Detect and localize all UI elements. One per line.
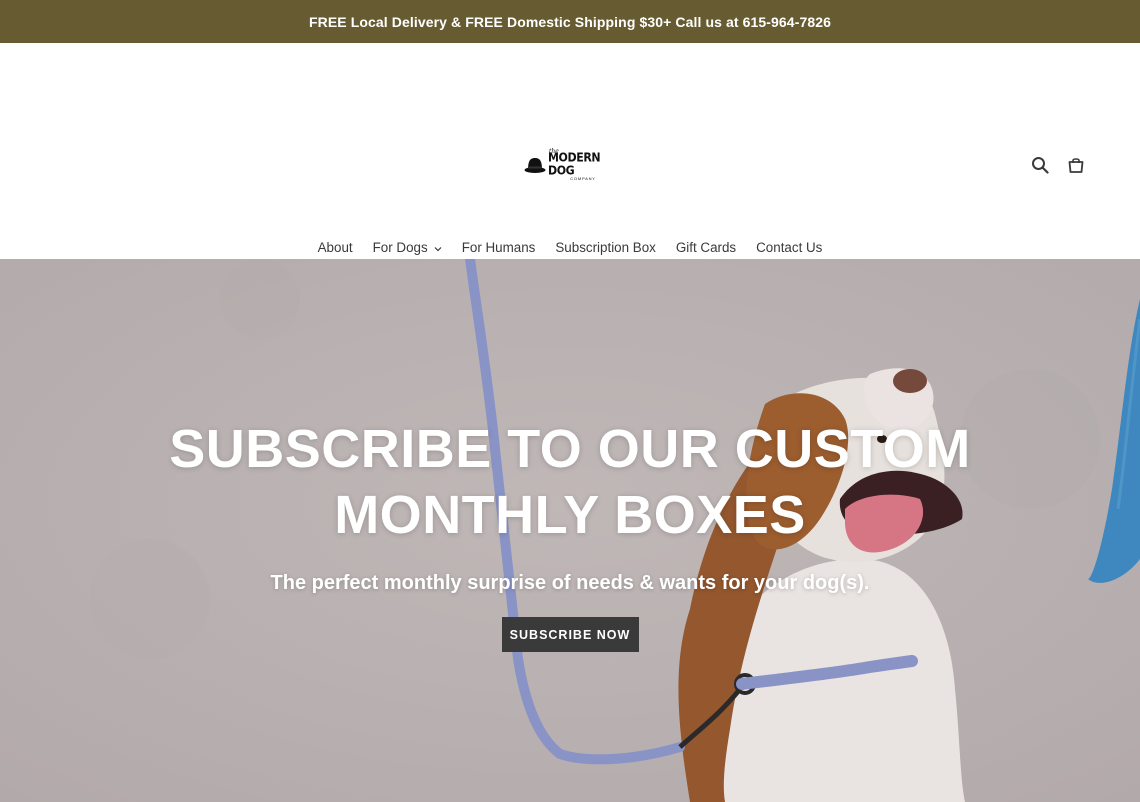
nav-item-label: Contact Us [756,240,823,255]
site-header: the MODERN DOG COMPANY About For Dogs Fo… [0,43,1140,259]
hero-title-line-1: SUBSCRIBE TO OUR CUSTOM [169,419,971,479]
subscribe-now-button[interactable]: SUBSCRIBE NOW [501,617,639,652]
logo-wordmark: the MODERN DOG COMPANY [548,149,618,181]
nav-item-gift-cards[interactable]: Gift Cards [676,240,736,255]
nav-item-label: About [317,240,353,255]
logo-company: COMPANY [570,176,596,181]
nav-item-subscription-box[interactable]: Subscription Box [555,240,655,255]
announcement-text: FREE Local Delivery & FREE Domestic Ship… [309,13,831,30]
header-icons [1030,155,1086,175]
hero-title-line-2: MONTHLY BOXES [334,485,806,545]
nav-item-about[interactable]: About [318,240,353,255]
hero-content: SUBSCRIBE TO OUR CUSTOM MONTHLY BOXES Th… [0,416,1140,652]
nav-item-for-humans[interactable]: For Humans [462,240,536,255]
site-logo[interactable]: the MODERN DOG COMPANY [524,149,618,181]
nav-item-label: For Dogs [372,240,428,255]
hero-title: SUBSCRIBE TO OUR CUSTOM MONTHLY BOXES [140,416,1000,548]
nav-item-label: Subscription Box [555,240,656,255]
logo-name: MODERN DOG [548,150,601,178]
main-navigation: About For Dogs For Humans Subscription B… [0,240,1140,255]
nav-item-label: For Humans [461,240,536,255]
nav-item-for-dogs[interactable]: For Dogs [373,240,442,255]
search-icon[interactable] [1030,155,1050,175]
hero-banner: SUBSCRIBE TO OUR CUSTOM MONTHLY BOXES Th… [0,259,1140,802]
cart-icon[interactable] [1066,155,1086,175]
bowler-hat-icon [524,155,546,175]
chevron-down-icon [434,240,442,255]
hero-subtitle: The perfect monthly surprise of needs & … [270,572,870,594]
nav-item-contact-us[interactable]: Contact Us [756,240,822,255]
announcement-bar: FREE Local Delivery & FREE Domestic Ship… [0,0,1140,43]
nav-item-label: Gift Cards [675,240,737,255]
